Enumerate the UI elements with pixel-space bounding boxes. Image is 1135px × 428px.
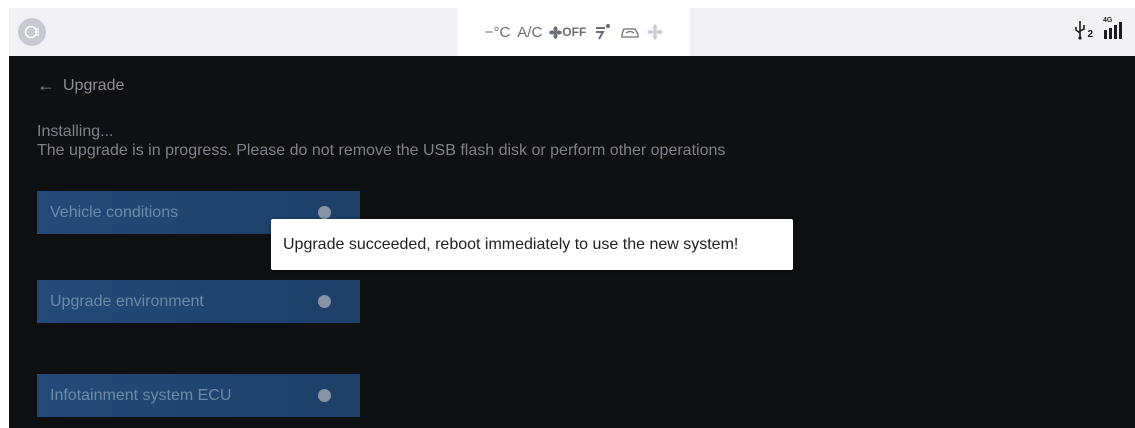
check-item-label: Upgrade environment xyxy=(50,292,204,310)
check-item-infotainment-ecu: Infotainment system ECU xyxy=(37,374,360,417)
airflow-mode-button[interactable] xyxy=(593,23,613,41)
fan-speed-icon xyxy=(647,24,663,40)
fan-speed-button[interactable] xyxy=(647,24,663,40)
recirculation-car-icon xyxy=(621,28,639,38)
network-indicator: 4G xyxy=(1103,17,1123,39)
fan-control[interactable]: OFF xyxy=(549,25,586,39)
usb-icon xyxy=(1075,21,1086,40)
home-button-icon xyxy=(24,25,39,39)
check-item-label: Vehicle conditions xyxy=(50,203,179,221)
check-complete-icon xyxy=(318,295,331,308)
status-bar: −°C A/C OFF 2 4G xyxy=(9,8,1135,56)
upgrade-success-toast: Upgrade succeeded, reboot immediately to… xyxy=(271,219,793,270)
check-complete-icon xyxy=(318,389,331,402)
back-arrow-icon: ← xyxy=(37,75,55,95)
progress-text: Installing... The upgrade is in progress… xyxy=(37,122,725,160)
toast-message: Upgrade succeeded, reboot immediately to… xyxy=(283,235,739,253)
airflow-seat-icon xyxy=(596,24,611,40)
fan-icon xyxy=(549,25,563,39)
ac-toggle[interactable]: A/C xyxy=(517,24,542,41)
home-button[interactable] xyxy=(18,18,46,46)
status-indicators: 2 4G xyxy=(1073,17,1123,40)
temperature-readout[interactable]: −°C xyxy=(485,24,511,41)
usb-indicator: 2 xyxy=(1073,20,1093,40)
network-type-label: 4G xyxy=(1103,17,1113,24)
back-button[interactable]: ← Upgrade xyxy=(37,75,124,96)
install-status: Installing... xyxy=(37,123,114,140)
install-message: The upgrade is in progress. Please do no… xyxy=(37,142,726,159)
head-unit-screen: −°C A/C OFF 2 4G ← Upgrade Installing...… xyxy=(9,8,1135,428)
check-item-upgrade-environment: Upgrade environment xyxy=(37,280,360,323)
climate-controls[interactable]: −°C A/C OFF xyxy=(458,8,690,56)
check-complete-icon xyxy=(318,206,331,219)
recirculation-button[interactable] xyxy=(620,25,640,39)
fan-state-label: OFF xyxy=(562,25,587,39)
usb-count: 2 xyxy=(1087,29,1093,40)
check-item-label: Infotainment system ECU xyxy=(50,386,232,404)
page-title: Upgrade xyxy=(63,76,125,94)
